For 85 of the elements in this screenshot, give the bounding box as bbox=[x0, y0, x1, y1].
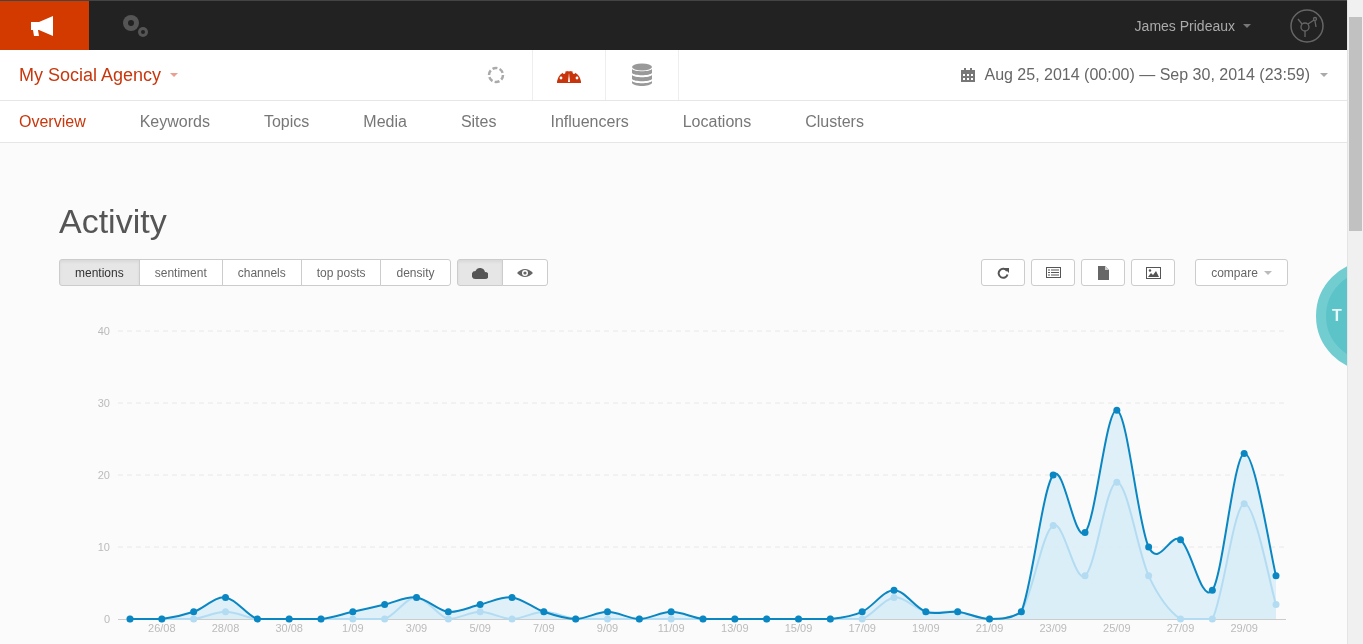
caret-icon bbox=[1320, 73, 1328, 77]
nav-tab[interactable]: Media bbox=[363, 112, 407, 131]
compare-dropdown[interactable]: compare bbox=[1195, 259, 1288, 286]
refresh-icon bbox=[997, 266, 1009, 279]
axis-label: 17/09 bbox=[848, 622, 876, 634]
axis-label: 20 bbox=[97, 469, 110, 481]
data-point bbox=[1113, 478, 1121, 486]
axis-label: 26/08 bbox=[148, 622, 176, 634]
axis-label: 15/09 bbox=[784, 622, 813, 634]
axis-label: 5/09 bbox=[469, 622, 491, 634]
scroll-thumb[interactable] bbox=[1349, 17, 1362, 231]
axis-label: 40 bbox=[97, 325, 110, 337]
spinner-icon bbox=[486, 66, 505, 84]
data-point bbox=[1240, 449, 1248, 457]
caret-icon bbox=[1263, 270, 1272, 275]
list-icon bbox=[1045, 267, 1061, 278]
view-button[interactable]: density bbox=[380, 259, 451, 286]
data-point bbox=[1081, 529, 1089, 537]
date-range-selector[interactable]: Aug 25, 2014 (00:00) — Sep 30, 2014 (23:59) bbox=[984, 66, 1328, 84]
axis-label: 13/09 bbox=[721, 622, 749, 634]
nav-tab[interactable]: Locations bbox=[682, 112, 752, 131]
data-point bbox=[1113, 406, 1121, 414]
data-point bbox=[508, 593, 516, 601]
axis-label: 7/09 bbox=[533, 622, 555, 634]
data-point bbox=[1049, 521, 1057, 529]
data-point bbox=[1240, 500, 1248, 508]
data-point bbox=[1049, 471, 1057, 479]
logo[interactable] bbox=[0, 1, 89, 50]
view-button[interactable]: mentions bbox=[59, 259, 140, 286]
data-point bbox=[1272, 572, 1280, 580]
nav-tab[interactable]: Clusters bbox=[805, 112, 864, 131]
axis-label: 9/09 bbox=[596, 622, 619, 634]
cloud-icon bbox=[471, 266, 488, 279]
view-button[interactable]: sentiment bbox=[138, 259, 223, 286]
axis-label: 30 bbox=[97, 397, 110, 409]
user-menu[interactable]: James Prideaux bbox=[1134, 17, 1251, 34]
data-point bbox=[1145, 543, 1153, 551]
eye-icon bbox=[516, 267, 533, 278]
axis-label: 3/09 bbox=[405, 622, 428, 634]
network-icon[interactable] bbox=[1289, 7, 1325, 44]
image-icon bbox=[1145, 266, 1161, 279]
data-point bbox=[1081, 572, 1089, 580]
data-point bbox=[1177, 615, 1184, 623]
calendar-icon bbox=[960, 67, 977, 83]
axis-label: 30/08 bbox=[275, 622, 303, 634]
nav-tab[interactable]: Sites bbox=[460, 112, 497, 131]
section-title: Activity bbox=[59, 201, 168, 241]
axis-label: 23/09 bbox=[1039, 622, 1067, 634]
caret-icon bbox=[170, 73, 179, 77]
image-button[interactable] bbox=[1131, 259, 1175, 286]
view-button[interactable]: channels bbox=[221, 259, 302, 286]
data-point bbox=[1208, 615, 1216, 623]
data-point bbox=[381, 615, 389, 623]
axis-label: 10 bbox=[97, 541, 110, 553]
axis-label: 27/09 bbox=[1166, 622, 1195, 634]
data-point bbox=[508, 615, 516, 623]
nav-tab[interactable]: Influencers bbox=[550, 112, 629, 131]
data-point bbox=[1208, 586, 1216, 594]
cloud-button[interactable] bbox=[456, 259, 503, 286]
scrollbar[interactable] bbox=[1347, 0, 1363, 644]
axis-label: 19/09 bbox=[912, 622, 940, 634]
file-button[interactable] bbox=[1081, 259, 1125, 286]
data-point bbox=[222, 593, 229, 601]
nav-tab[interactable]: Keywords bbox=[139, 112, 210, 131]
database-icon[interactable] bbox=[630, 63, 653, 87]
data-point bbox=[222, 608, 229, 616]
data-point bbox=[1145, 572, 1153, 580]
view-button[interactable]: top posts bbox=[300, 259, 382, 286]
data-point bbox=[1272, 601, 1280, 609]
refresh-button[interactable] bbox=[981, 259, 1025, 286]
list-button[interactable] bbox=[1031, 259, 1075, 286]
file-icon bbox=[1097, 265, 1109, 280]
axis-label: 11/09 bbox=[657, 622, 685, 634]
eye-button[interactable] bbox=[501, 259, 548, 286]
account-selector[interactable]: My Social Agency bbox=[19, 64, 179, 86]
caret-icon bbox=[1243, 23, 1251, 28]
nav-tab[interactable]: Topics bbox=[263, 112, 310, 131]
axis-label: 1/09 bbox=[342, 622, 364, 634]
data-point bbox=[1177, 536, 1184, 544]
axis-label: 21/09 bbox=[975, 622, 1004, 634]
nav-tab[interactable]: Overview bbox=[19, 112, 86, 131]
data-point bbox=[381, 601, 389, 609]
axis-label: 28/08 bbox=[211, 622, 240, 634]
axis-label: 29/09 bbox=[1230, 622, 1258, 634]
axis-label: 25/09 bbox=[1103, 622, 1131, 634]
